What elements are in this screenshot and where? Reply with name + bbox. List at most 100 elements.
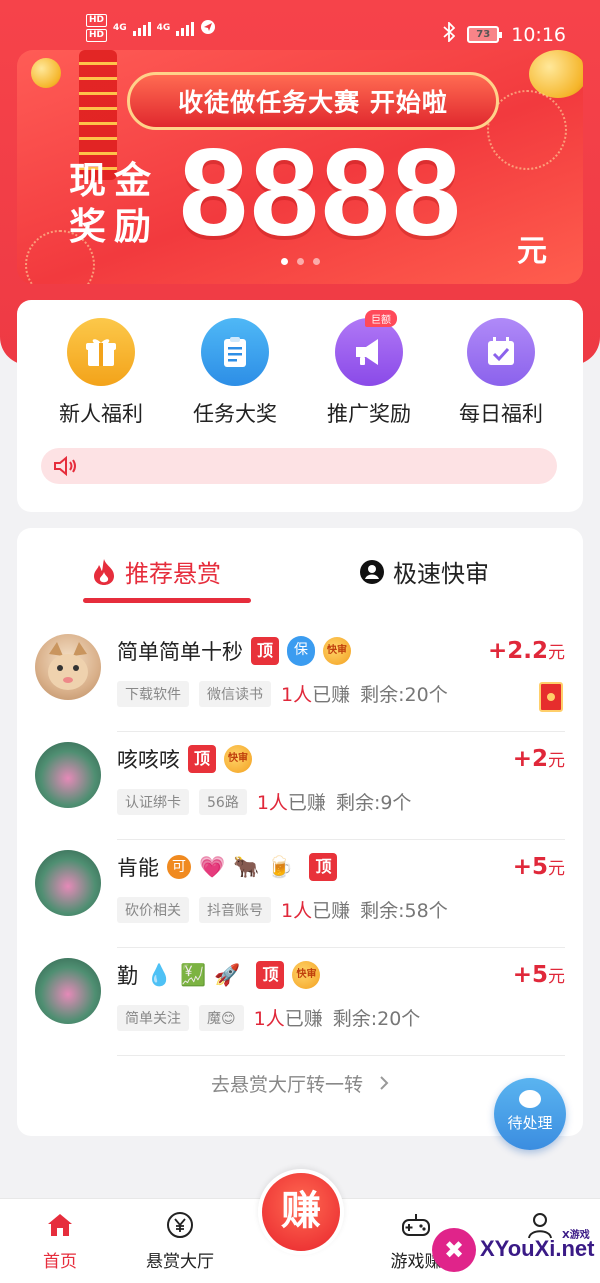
reward-meta: 砍价相关 抖音账号 1人已赚 剩余:58个 (117, 896, 448, 923)
earned-label: 已赚 (312, 900, 351, 922)
pending-label: 待处理 (507, 1114, 553, 1132)
reward-amount: +2.2元 (488, 638, 565, 664)
category-chip: 简单关注 (117, 1004, 189, 1031)
emoji-ke: 可 (167, 855, 191, 879)
bluetooth-icon (443, 20, 456, 47)
calendar-check-icon (467, 318, 535, 386)
menu-item-task-prize[interactable]: 任务大奖 (165, 318, 305, 428)
emoji-heart: 💗 (199, 854, 226, 879)
status-bar-signals: HD HD 4G 4G (86, 14, 216, 42)
emoji-ox: 🐂 (233, 854, 260, 879)
tab-fast-review[interactable]: 极速快审 (359, 554, 489, 589)
signal-icon (176, 20, 195, 36)
reward-value: +2.2 (487, 638, 548, 664)
signal-icon (132, 20, 151, 36)
chevron-right-icon (379, 1074, 389, 1096)
menu-item-daily-welfare[interactable]: 每日福利 (431, 318, 571, 428)
reward-amount: 8888 (179, 124, 463, 262)
emoji-beer: 🍺 (267, 854, 294, 879)
hd-indicator: HD (86, 29, 108, 42)
reward-title-line: 简单简单十秒 顶 保 快审 (117, 636, 351, 666)
location-icon (200, 19, 216, 38)
avatar (35, 850, 101, 916)
reward-row[interactable]: 勤 💧 💹 🚀 顶 快审 +5元 简单关注 魔😊 1人已赚 剩余:20个 (17, 948, 583, 1056)
earned-number: 1人 (281, 900, 313, 922)
carousel-dot[interactable] (280, 258, 288, 265)
nav-label: 悬赏大厅 (146, 1252, 214, 1272)
remaining-count: 剩余:58个 (360, 900, 448, 922)
firework-decoration (487, 90, 567, 170)
earned-label: 已赚 (284, 1008, 323, 1030)
divider (117, 1055, 565, 1056)
menu-item-newcomer-welfare[interactable]: 新人福利 (31, 318, 171, 428)
yuan-circle-icon (130, 1209, 230, 1241)
category-chip: 抖音账号 (199, 896, 271, 923)
megaphone-icon: 巨额 (335, 310, 403, 386)
category-chip: 魔😊 (199, 1004, 244, 1031)
reward-row[interactable]: 肯能 可 💗 🐂 🍺 顶 +5元 砍价相关 抖音账号 1人已赚 剩余:58个 (17, 840, 583, 948)
home-icon (10, 1209, 110, 1241)
remaining-count: 剩余:20个 (332, 1008, 421, 1030)
network-type: 4G (156, 23, 171, 33)
watermark-logo-icon: ✖ (432, 1228, 476, 1272)
nav-reward-hall[interactable]: 悬赏大厅 (130, 1209, 230, 1272)
reward-meta: 简单关注 魔😊 1人已赚 剩余:20个 (117, 1004, 420, 1031)
notice-bar[interactable] (41, 448, 557, 484)
reward-hall-link[interactable]: 去悬赏大厅转一转 (17, 1070, 583, 1097)
reward-row[interactable]: 咳咳咳 顶 快审 +2元 认证绑卡 56路 1人已赚 剩余:9个 (17, 732, 583, 840)
cash-reward-label: 现金奖励 (69, 159, 159, 248)
earned-count: 1人已赚 (281, 680, 350, 707)
pending-button[interactable]: 待处理 (494, 1078, 566, 1150)
reward-value: +5 (512, 854, 548, 880)
coin-decoration (31, 58, 61, 88)
reward-title: 勤 (117, 964, 138, 988)
avatar (35, 958, 101, 1024)
watermark-small-text: X游戏 (562, 1230, 590, 1241)
earned-number: 1人 (253, 1008, 285, 1030)
network-type: 4G (113, 23, 127, 33)
promo-banner[interactable]: 收徒做任务大赛 开始啦 现金奖励 8888 元 (17, 50, 583, 284)
reward-hall-link-label: 去悬赏大厅转一转 (210, 1074, 363, 1096)
avatar (35, 742, 101, 808)
remaining-count: 剩余:9个 (335, 792, 412, 814)
speaker-icon (54, 456, 76, 476)
avatar (35, 634, 101, 700)
reward-title-line: 勤 💧 💹 🚀 顶 快审 (117, 960, 321, 990)
earned-count: 1人已赚 (281, 896, 350, 923)
user-badge-icon (360, 559, 384, 584)
battery-indicator: 73 (467, 26, 503, 43)
reward-title-line: 肯能 可 💗 🐂 🍺 顶 (117, 852, 338, 882)
menu-item-promotion-reward[interactable]: 巨额 推广奖励 (299, 310, 439, 428)
top-tag: 顶 (309, 853, 338, 881)
reward-title-line: 咳咳咳 顶 快审 (117, 744, 252, 774)
fast-review-tag: 快审 (224, 745, 252, 773)
earn-button[interactable]: 赚 (258, 1169, 344, 1255)
site-watermark: ✖ XYouXi.net X游戏 (432, 1226, 600, 1283)
reward-amount: +5元 (513, 854, 565, 880)
reward-row[interactable]: 简单简单十秒 顶 保 快审 +2.2元 下载软件 微信读书 1人已赚 剩余:20… (17, 624, 583, 732)
top-tag: 顶 (251, 637, 279, 665)
earned-label: 已赚 (312, 684, 351, 706)
reward-title: 肯能 (117, 856, 159, 880)
earned-count: 1人已赚 (257, 788, 326, 815)
reward-value: +5 (512, 962, 548, 988)
carousel-dot[interactable] (312, 258, 320, 265)
remaining-count: 剩余:20个 (360, 684, 448, 706)
category-chip: 下载软件 (117, 680, 189, 707)
nav-home[interactable]: 首页 (10, 1209, 110, 1272)
fast-review-tag: 快审 (323, 637, 351, 665)
emoji-rocket: 🚀 (214, 962, 241, 987)
fast-review-tag: 快审 (292, 961, 321, 989)
emoji-chart: 💹 (180, 962, 207, 987)
menu-label: 任务大奖 (193, 402, 277, 426)
reward-unit: 元 (548, 751, 565, 771)
tab-label: 极速快审 (393, 560, 489, 588)
clipboard-icon (201, 318, 269, 386)
red-packet-icon (539, 682, 563, 712)
tab-recommended-rewards[interactable]: 推荐悬赏 (91, 554, 221, 589)
earned-label: 已赚 (287, 792, 326, 814)
carousel-dot[interactable] (296, 258, 304, 265)
carousel-dots[interactable] (17, 258, 583, 265)
reward-list-card: 推荐悬赏 极速快审 简单简单十秒 顶 保 快审 +2.2元 下载软件 微信读书 … (17, 528, 583, 1136)
clock: 10:16 (511, 23, 566, 46)
